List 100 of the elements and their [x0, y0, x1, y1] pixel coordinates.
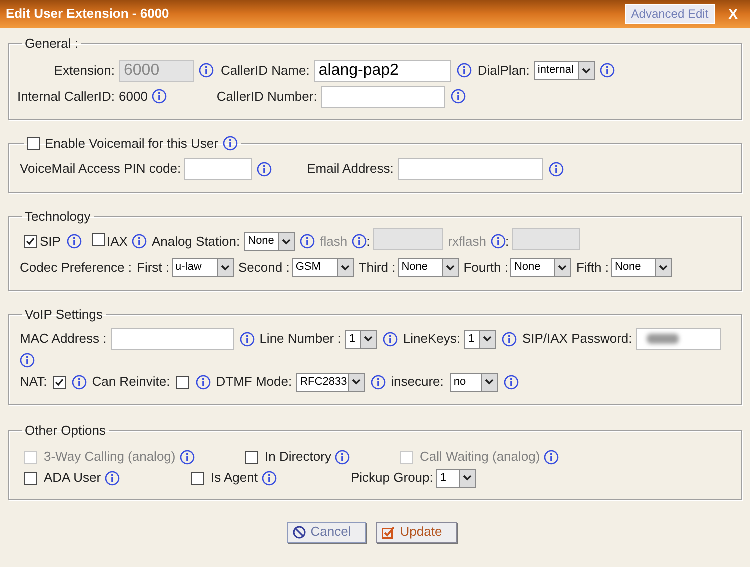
info-icon[interactable] [504, 374, 519, 390]
checkbox-label: SIP [40, 234, 61, 249]
checkbox-label: Is Agent [211, 470, 258, 486]
info-icon[interactable] [544, 450, 560, 464]
field-label: Second : [238, 260, 290, 275]
iax-checkbox[interactable] [92, 232, 105, 246]
info-icon[interactable] [371, 374, 386, 390]
field-label: LineKeys: [403, 331, 460, 346]
field-label: VoiceMail Access PIN code: [20, 161, 182, 176]
insecure-select[interactable]: no [450, 372, 498, 392]
info-icon[interactable] [66, 234, 82, 249]
field-value: 6000 [119, 88, 148, 106]
info-icon[interactable] [502, 332, 518, 346]
field-label: First : [137, 260, 170, 275]
info-icon[interactable] [383, 332, 398, 346]
info-icon[interactable] [105, 470, 120, 486]
info-icon[interactable] [152, 89, 167, 104]
colon-text: : [506, 232, 510, 251]
pin-field[interactable] [184, 158, 252, 180]
field-label: Pickup Group: [351, 470, 434, 486]
info-icon[interactable] [72, 374, 88, 390]
dialplan-select[interactable]: internal [534, 61, 595, 80]
dtmf-mode-select[interactable]: RFC2833 [296, 372, 366, 392]
analog-station-select[interactable]: None [244, 232, 296, 251]
info-icon[interactable] [456, 63, 472, 78]
group-legend: VoIP Settings [25, 306, 103, 322]
sip-checkbox[interactable] [24, 235, 37, 248]
password-field[interactable] [636, 328, 722, 350]
info-icon[interactable] [196, 374, 212, 390]
window-title: Edit User Extension - 6000 [6, 5, 170, 24]
group-legend: Other Options [25, 423, 106, 438]
field-label: SIP/IAX Password: [522, 331, 632, 346]
option-checkbox[interactable] [24, 472, 37, 484]
info-icon[interactable] [335, 450, 350, 464]
line-number-select[interactable]: 1 [345, 330, 378, 348]
field-label: Analog Station: [152, 234, 240, 249]
checkbox-label: 3-Way Calling (analog) [44, 449, 176, 464]
field-label: Fourth : [464, 260, 508, 275]
info-icon[interactable] [600, 63, 615, 78]
reinvite-checkbox[interactable] [176, 376, 190, 388]
field-label: Line Number : [260, 331, 342, 346]
info-icon[interactable] [240, 332, 255, 346]
codec-select[interactable]: None [611, 258, 672, 277]
field-label: flash [320, 232, 348, 251]
callerid-number-field[interactable] [321, 86, 446, 108]
nat-checkbox[interactable] [53, 376, 66, 388]
mac-address-field[interactable] [110, 328, 234, 350]
option-checkbox[interactable] [245, 450, 258, 464]
info-icon[interactable] [352, 234, 367, 249]
field-label: DialPlan: [478, 62, 530, 78]
info-icon[interactable] [262, 470, 277, 486]
option-checkbox[interactable] [191, 472, 204, 484]
callerid-name-field[interactable]: alang-pap2 [314, 60, 451, 82]
cancel-icon [292, 526, 306, 538]
checkbox-label: IAX [106, 234, 128, 249]
field-label: Third : [358, 260, 396, 275]
colon-text: : [366, 232, 370, 251]
codec-select[interactable]: None [398, 258, 459, 277]
group-legend: General : [25, 36, 78, 51]
field-label: Codec Preference : [20, 258, 132, 277]
email-field[interactable] [398, 158, 543, 180]
field-label: CallerID Number: [216, 88, 318, 104]
info-icon[interactable] [20, 352, 35, 368]
info-icon[interactable] [199, 63, 214, 78]
info-icon[interactable] [300, 234, 316, 249]
field-label: Fifth : [576, 260, 609, 275]
field-label: NAT: [20, 374, 48, 390]
info-icon[interactable] [548, 162, 564, 176]
blurred-value [647, 334, 680, 344]
info-icon[interactable] [132, 234, 147, 249]
checkmark-icon [26, 237, 35, 246]
field-label: CallerID Name: [221, 62, 310, 78]
info-icon[interactable] [490, 234, 506, 249]
field-label: Extension: [54, 62, 115, 80]
field-label: Email Address: [307, 161, 394, 176]
field-label: Can Reinvite: [92, 374, 170, 390]
field-label: rxflash [448, 232, 487, 251]
cancel-button[interactable]: Cancel [286, 522, 366, 542]
codec-select[interactable]: None [510, 258, 572, 277]
checkbox-tick-icon [382, 526, 396, 538]
field-label: DTMF Mode: [216, 374, 292, 390]
codec-select[interactable]: u-law [172, 258, 234, 277]
info-icon[interactable] [180, 450, 195, 464]
info-icon[interactable] [257, 162, 272, 176]
linekeys-select[interactable]: 1 [464, 330, 496, 348]
field-label: MAC Address : [20, 331, 107, 346]
checkbox-label: Enable Voicemail for this User [45, 134, 218, 152]
checkbox-label: In Directory [265, 449, 332, 464]
checkbox-label: ADA User [44, 470, 102, 486]
info-icon[interactable] [223, 136, 238, 151]
checkmark-icon [55, 378, 64, 386]
checkbox-label: Call Waiting (analog) [420, 449, 540, 464]
voicemail-checkbox[interactable] [27, 136, 40, 150]
field-label: insecure: [391, 374, 444, 390]
info-icon[interactable] [451, 89, 466, 104]
group-legend: Technology [25, 209, 91, 224]
pickup-group-select[interactable]: 1 [436, 468, 476, 488]
codec-select[interactable]: GSM [292, 258, 354, 277]
update-button[interactable]: Update [376, 522, 458, 542]
field-label: Internal CallerID: [17, 88, 115, 106]
